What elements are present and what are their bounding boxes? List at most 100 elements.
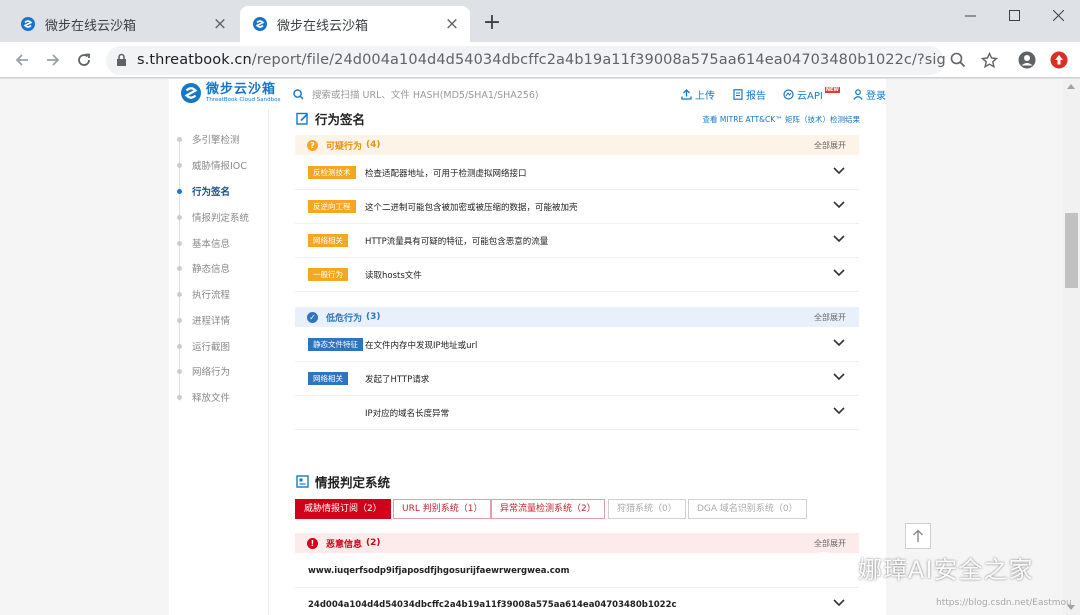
cloud-api-link[interactable]: 云API NEW [783,86,840,102]
behavior-section-title: 行为签名 [296,109,365,128]
tab-dga-detection[interactable]: DGA 域名识别系统（0） [688,499,807,519]
side-nav-item-dropped-files[interactable]: 释放文件 [177,390,230,404]
side-nav-item-multi-engine[interactable]: 多引擎检测 [177,132,240,146]
low-risk-behavior-header[interactable]: ✓ 低危行为 (3) 全部展开 [295,307,859,327]
reload-button[interactable] [70,46,98,74]
browser-tab-1[interactable]: 微步在线云沙箱 × [8,6,238,42]
chevron-down-icon[interactable] [833,373,845,381]
side-nav-item-threat-ioc[interactable]: 威胁情报IOC [177,158,247,172]
login-label: 登录 [866,91,886,102]
close-tab-icon[interactable]: × [212,16,228,33]
behavior-row[interactable]: 静态文件特征 在文件内存中发现IP地址或url [295,328,859,362]
behavior-row[interactable]: 一般行为 读取hosts文件 [295,258,859,292]
account-icon [1018,51,1036,69]
suspicious-behavior-header[interactable]: ? 可疑行为 (4) 全部展开 [295,135,859,155]
wechat-icon [807,551,848,583]
low-risk-count: (3) [366,312,381,322]
zoom-button[interactable] [944,46,972,74]
chevron-down-icon[interactable] [833,407,845,415]
expand-all-link[interactable]: 全部展开 [814,538,846,549]
close-tab-icon[interactable]: × [444,16,460,33]
chevron-down-icon[interactable] [833,201,845,209]
site-logo[interactable]: 微步云沙箱 ThreatBook Cloud Sandbox [180,82,281,104]
alert-icon: ! [307,537,318,549]
profile-button[interactable] [1013,46,1041,74]
maximize-window-button[interactable] [992,0,1036,30]
side-nav-label: 静态信息 [192,264,231,275]
arrow-left-icon [15,54,28,66]
side-nav-label: 进程详情 [192,316,231,327]
tab-hunting-system[interactable]: 狩猎系统（0） [608,499,686,519]
threatbook-favicon-icon [253,17,267,31]
chevron-down-icon[interactable] [833,339,845,347]
malicious-indicator-row[interactable]: www.iuqerfsodp9ifjaposdfjhgosurijfaewrwe… [295,554,859,588]
site-search-box[interactable]: 搜索或扫描 URL、文件 HASH(MD5/SHA1/SHA256) [293,87,539,101]
chevron-down-icon[interactable] [833,599,845,607]
page-scrollbar[interactable] [1063,79,1080,615]
side-nav-item-behavior-signature[interactable]: 行为签名 [177,184,230,198]
bookmark-button[interactable] [975,46,1003,74]
category-tag: 网络相关 [308,372,348,385]
side-nav-label: 执行流程 [192,290,231,301]
login-link[interactable]: 登录 [853,87,886,102]
address-bar[interactable]: s.threatbook.cn/report/file/24d004a104d4… [106,46,945,75]
behavior-row[interactable]: 反逆向工程 这个二进制可能包含被加密或被压缩的数据，可能被加壳 [295,190,859,224]
new-tab-button[interactable]: + [480,12,504,36]
malicious-count: (2) [366,538,381,548]
forward-button[interactable] [39,46,67,74]
side-nav-label: 基本信息 [192,239,231,250]
side-nav-item-static-info[interactable]: 静态信息 [177,261,230,275]
chevron-down-icon[interactable] [833,269,845,277]
behavior-row[interactable]: 网络相关 HTTP流量具有可疑的特征，可能包含恶意的流量 [295,224,859,258]
side-nav-item-intel-system[interactable]: 情报判定系统 [177,210,249,224]
scroll-up-icon[interactable] [1067,84,1075,89]
update-button[interactable] [1045,46,1073,74]
upload-link[interactable]: 上传 [681,87,715,102]
mitre-attack-link[interactable]: 查看 MITRE ATT&CK™ 矩阵（技术）检测结果 [703,114,860,125]
question-icon: ? [307,139,318,151]
user-icon [853,89,863,100]
malicious-info-header[interactable]: ! 恶意信息 (2) 全部展开 [295,533,859,553]
side-nav-item-screenshots[interactable]: 运行截图 [177,339,230,353]
expand-all-link[interactable]: 全部展开 [814,312,846,323]
content-divider [268,109,269,615]
side-nav-label: 行为签名 [192,187,231,198]
upload-label: 上传 [695,91,715,102]
behavior-description: HTTP流量具有可疑的特征，可能包含恶意的流量 [365,236,549,247]
browser-tab-2[interactable]: 微步在线云沙箱 × [240,6,470,42]
site-header: 微步云沙箱 ThreatBook Cloud Sandbox 搜索或扫描 URL… [169,79,886,109]
side-nav-label: 运行截图 [192,342,231,353]
chevron-down-icon[interactable] [833,235,845,243]
nav-dot [177,368,182,374]
behavior-description: IP对应的域名长度异常 [365,408,450,419]
side-nav-item-network[interactable]: 网络行为 [177,364,230,378]
api-icon [783,89,794,100]
report-link[interactable]: 报告 [733,87,766,102]
side-nav-item-basic-info[interactable]: 基本信息 [177,236,230,250]
tab-abnormal-traffic[interactable]: 异常流量检测系统（2） [491,499,605,519]
close-window-button[interactable] [1036,0,1080,30]
behavior-row[interactable]: 网络相关 发起了HTTP请求 [295,362,859,396]
tab-url-judgment[interactable]: URL 判别系统（1） [393,499,492,519]
back-button[interactable] [8,46,36,74]
scrollbar-thumb[interactable] [1065,213,1078,288]
minimize-window-button[interactable] [948,0,992,30]
watermark-text: 娜璋AI安全之家 [858,556,1034,584]
side-nav-item-execution-flow[interactable]: 执行流程 [177,287,230,301]
nav-dot [177,240,182,246]
suspicious-count: (4) [366,140,381,150]
behavior-row[interactable]: IP对应的域名长度异常 [295,396,859,430]
nav-dot [177,317,182,323]
logo-chinese: 微步云沙箱 [206,81,277,97]
side-nav-item-process-detail[interactable]: 进程详情 [177,313,230,327]
chevron-down-icon[interactable] [833,167,845,175]
malicious-indicator-row[interactable]: 24d004a104d4d54034dbcffc2a4b19a11f39008a… [295,588,859,615]
expand-all-link[interactable]: 全部展开 [814,140,846,151]
side-nav-label: 释放文件 [192,393,231,404]
back-to-top-button[interactable] [905,523,931,549]
behavior-row[interactable]: 反检测技术 检查适配器地址，可用于检测虚拟网络接口 [295,156,859,190]
tab-threat-intel-subscription[interactable]: 威胁情报订阅（2） [295,499,391,519]
intel-title-text: 情报判定系统 [315,475,391,490]
report-icon [733,89,743,100]
upload-icon [681,89,692,100]
